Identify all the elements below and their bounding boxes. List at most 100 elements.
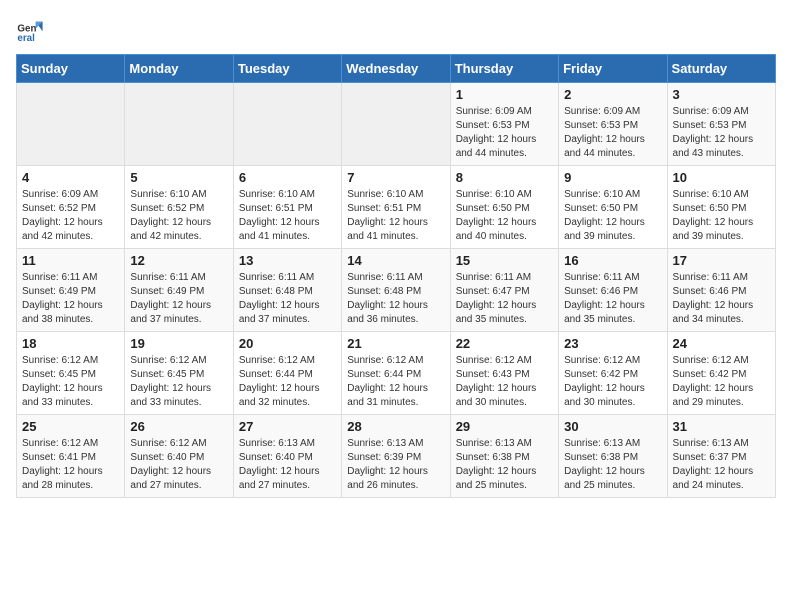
day-info: Sunrise: 6:12 AM Sunset: 6:42 PM Dayligh… [564, 354, 661, 410]
header-day-sunday: Sunday [17, 55, 125, 83]
day-number: 30 [564, 419, 661, 434]
calendar-cell: 3Sunrise: 6:09 AM Sunset: 6:53 PM Daylig… [667, 83, 775, 166]
calendar-cell: 27 Sunrise: 6:13 AM Sunset: 6:40 PM Dayli… [233, 415, 341, 498]
header-day-saturday: Saturday [667, 55, 775, 83]
day-number: 26 [130, 419, 227, 434]
week-row-2: 4 Sunrise: 6:09 AM Sunset: 6:52 PM Daylig… [17, 166, 776, 249]
calendar-cell [17, 83, 125, 166]
calendar-cell [125, 83, 233, 166]
calendar-cell: 6 Sunrise: 6:10 AM Sunset: 6:51 PM Daylig… [233, 166, 341, 249]
calendar-cell: 11Sunrise: 6:11 AM Sunset: 6:49 PM Dayli… [17, 249, 125, 332]
day-info: Sunrise: 6:11 AM Sunset: 6:47 PM Dayligh… [456, 271, 553, 327]
day-number: 5 [130, 170, 227, 185]
calendar-cell: 2Sunrise: 6:09 AM Sunset: 6:53 PM Daylig… [559, 83, 667, 166]
day-number: 8 [456, 170, 553, 185]
day-info: Sunrise: 6:12 AM Sunset: 6:45 PM Dayligh… [130, 354, 227, 410]
calendar-cell: 15Sunrise: 6:11 AM Sunset: 6:47 PM Dayli… [450, 249, 558, 332]
calendar-cell: 26 Sunrise: 6:12 AM Sunset: 6:40 PM Dayli… [125, 415, 233, 498]
calendar-cell: 12 Sunrise: 6:11 AM Sunset: 6:49 PM Dayli… [125, 249, 233, 332]
day-number: 29 [456, 419, 553, 434]
day-info: Sunrise: 6:10 AM Sunset: 6:50 PM Dayligh… [564, 188, 661, 244]
day-info: Sunrise: 6:12 AM Sunset: 6:45 PM Dayligh… [22, 354, 119, 410]
calendar-cell: 31 Sunrise: 6:13 AM Sunset: 6:37 PM Dayli… [667, 415, 775, 498]
day-number: 27 [239, 419, 336, 434]
calendar-cell: 14 Sunrise: 6:11 AM Sunset: 6:48 PM Dayli… [342, 249, 450, 332]
day-number: 21 [347, 336, 444, 351]
day-info: Sunrise: 6:09 AM Sunset: 6:52 PM Dayligh… [22, 188, 119, 244]
day-info: Sunrise: 6:09 AM Sunset: 6:53 PM Dayligh… [456, 105, 553, 161]
calendar-cell: 21 Sunrise: 6:12 AM Sunset: 6:44 PM Dayli… [342, 332, 450, 415]
day-number: 28 [347, 419, 444, 434]
day-number: 18 [22, 336, 119, 351]
day-number: 4 [22, 170, 119, 185]
day-info: Sunrise: 6:12 AM Sunset: 6:44 PM Dayligh… [347, 354, 444, 410]
calendar-cell: 8 Sunrise: 6:10 AM Sunset: 6:50 PM Daylig… [450, 166, 558, 249]
day-info: Sunrise: 6:11 AM Sunset: 6:48 PM Dayligh… [347, 271, 444, 327]
day-info: Sunrise: 6:12 AM Sunset: 6:43 PM Dayligh… [456, 354, 553, 410]
header-day-wednesday: Wednesday [342, 55, 450, 83]
day-number: 12 [130, 253, 227, 268]
calendar-cell [233, 83, 341, 166]
calendar-cell: 4 Sunrise: 6:09 AM Sunset: 6:52 PM Daylig… [17, 166, 125, 249]
calendar-cell: 20Sunrise: 6:12 AM Sunset: 6:44 PM Dayli… [233, 332, 341, 415]
calendar-header: SundayMondayTuesdayWednesdayThursdayFrid… [17, 55, 776, 83]
calendar-cell: 1 Sunrise: 6:09 AM Sunset: 6:53 PM Daylig… [450, 83, 558, 166]
calendar-cell: 28 Sunrise: 6:13 AM Sunset: 6:39 PM Dayli… [342, 415, 450, 498]
week-row-5: 25Sunrise: 6:12 AM Sunset: 6:41 PM Dayli… [17, 415, 776, 498]
calendar-cell: 24Sunrise: 6:12 AM Sunset: 6:42 PM Dayli… [667, 332, 775, 415]
day-info: Sunrise: 6:11 AM Sunset: 6:46 PM Dayligh… [673, 271, 770, 327]
day-info: Sunrise: 6:11 AM Sunset: 6:48 PM Dayligh… [239, 271, 336, 327]
calendar-cell: 18 Sunrise: 6:12 AM Sunset: 6:45 PM Dayli… [17, 332, 125, 415]
calendar-cell: 16 Sunrise: 6:11 AM Sunset: 6:46 PM Dayli… [559, 249, 667, 332]
page-header: Gen eral [16, 16, 776, 44]
week-row-1: 1 Sunrise: 6:09 AM Sunset: 6:53 PM Daylig… [17, 83, 776, 166]
calendar-cell: 29 Sunrise: 6:13 AM Sunset: 6:38 PM Dayli… [450, 415, 558, 498]
day-number: 7 [347, 170, 444, 185]
day-number: 13 [239, 253, 336, 268]
day-info: Sunrise: 6:10 AM Sunset: 6:51 PM Dayligh… [239, 188, 336, 244]
day-info: Sunrise: 6:12 AM Sunset: 6:40 PM Dayligh… [130, 437, 227, 493]
day-info: Sunrise: 6:13 AM Sunset: 6:39 PM Dayligh… [347, 437, 444, 493]
calendar-cell: 7 Sunrise: 6:10 AM Sunset: 6:51 PM Daylig… [342, 166, 450, 249]
day-number: 25 [22, 419, 119, 434]
day-info: Sunrise: 6:11 AM Sunset: 6:49 PM Dayligh… [130, 271, 227, 327]
day-info: Sunrise: 6:10 AM Sunset: 6:50 PM Dayligh… [456, 188, 553, 244]
day-number: 3 [673, 87, 770, 102]
calendar-cell [342, 83, 450, 166]
day-number: 23 [564, 336, 661, 351]
day-info: Sunrise: 6:11 AM Sunset: 6:46 PM Dayligh… [564, 271, 661, 327]
day-number: 10 [673, 170, 770, 185]
day-number: 31 [673, 419, 770, 434]
svg-text:eral: eral [17, 33, 35, 44]
day-info: Sunrise: 6:13 AM Sunset: 6:37 PM Dayligh… [673, 437, 770, 493]
day-number: 22 [456, 336, 553, 351]
day-number: 9 [564, 170, 661, 185]
header-day-friday: Friday [559, 55, 667, 83]
logo-icon: Gen eral [16, 16, 44, 44]
day-number: 17 [673, 253, 770, 268]
day-number: 1 [456, 87, 553, 102]
day-number: 19 [130, 336, 227, 351]
calendar-cell: 13 Sunrise: 6:11 AM Sunset: 6:48 PM Dayli… [233, 249, 341, 332]
day-number: 6 [239, 170, 336, 185]
day-info: Sunrise: 6:10 AM Sunset: 6:51 PM Dayligh… [347, 188, 444, 244]
header-day-monday: Monday [125, 55, 233, 83]
day-number: 20 [239, 336, 336, 351]
day-number: 16 [564, 253, 661, 268]
day-info: Sunrise: 6:13 AM Sunset: 6:38 PM Dayligh… [456, 437, 553, 493]
day-info: Sunrise: 6:13 AM Sunset: 6:38 PM Dayligh… [564, 437, 661, 493]
calendar-cell: 19 Sunrise: 6:12 AM Sunset: 6:45 PM Dayli… [125, 332, 233, 415]
calendar-table: SundayMondayTuesdayWednesdayThursdayFrid… [16, 54, 776, 498]
day-info: Sunrise: 6:10 AM Sunset: 6:50 PM Dayligh… [673, 188, 770, 244]
day-info: Sunrise: 6:10 AM Sunset: 6:52 PM Dayligh… [130, 188, 227, 244]
calendar-cell: 9 Sunrise: 6:10 AM Sunset: 6:50 PM Daylig… [559, 166, 667, 249]
week-row-3: 11Sunrise: 6:11 AM Sunset: 6:49 PM Dayli… [17, 249, 776, 332]
header-day-tuesday: Tuesday [233, 55, 341, 83]
calendar-cell: 30 Sunrise: 6:13 AM Sunset: 6:38 PM Dayli… [559, 415, 667, 498]
calendar-cell: 25Sunrise: 6:12 AM Sunset: 6:41 PM Dayli… [17, 415, 125, 498]
day-number: 24 [673, 336, 770, 351]
day-info: Sunrise: 6:09 AM Sunset: 6:53 PM Dayligh… [564, 105, 661, 161]
day-info: Sunrise: 6:13 AM Sunset: 6:40 PM Dayligh… [239, 437, 336, 493]
calendar-cell: 17 Sunrise: 6:11 AM Sunset: 6:46 PM Dayli… [667, 249, 775, 332]
day-number: 14 [347, 253, 444, 268]
